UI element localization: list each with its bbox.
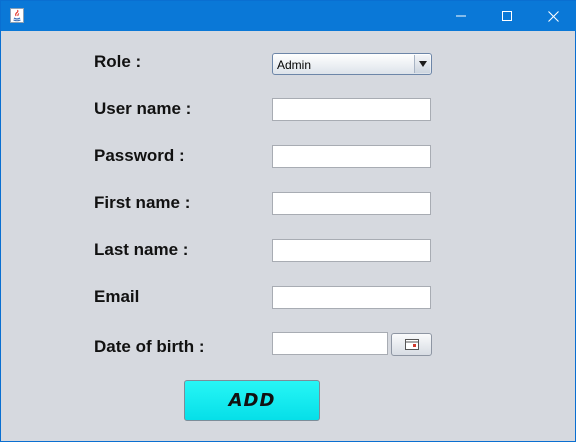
role-label: Role :: [94, 52, 142, 71]
chevron-down-icon[interactable]: [414, 55, 430, 73]
email-field[interactable]: [272, 286, 431, 309]
role-select[interactable]: Admin: [272, 53, 432, 75]
calendar-icon: [404, 339, 419, 350]
minimize-icon: [456, 15, 466, 17]
maximize-button[interactable]: [484, 1, 530, 31]
dob-label: Date of birth :: [94, 337, 205, 356]
username-label: User name :: [94, 99, 192, 118]
role-select-value: Admin: [277, 58, 312, 72]
java-icon: [10, 8, 24, 23]
date-picker-button[interactable]: [391, 333, 432, 356]
maximize-icon: [502, 11, 512, 21]
lastname-label: Last name :: [94, 240, 189, 259]
dob-field[interactable]: [272, 332, 388, 355]
close-button[interactable]: [530, 1, 576, 31]
minimize-button[interactable]: [438, 1, 484, 31]
add-button[interactable]: ADD: [184, 380, 320, 421]
email-label: Email: [94, 287, 140, 306]
password-label: Password :: [94, 146, 185, 165]
firstname-label: First name :: [94, 193, 191, 212]
close-icon: [547, 10, 559, 22]
firstname-field[interactable]: [272, 192, 431, 215]
lastname-field[interactable]: [272, 239, 431, 262]
username-field[interactable]: [272, 98, 431, 121]
password-field[interactable]: [272, 145, 431, 168]
app-window: Role : Admin User name : Password : Firs…: [0, 0, 576, 442]
title-bar[interactable]: [1, 1, 576, 31]
